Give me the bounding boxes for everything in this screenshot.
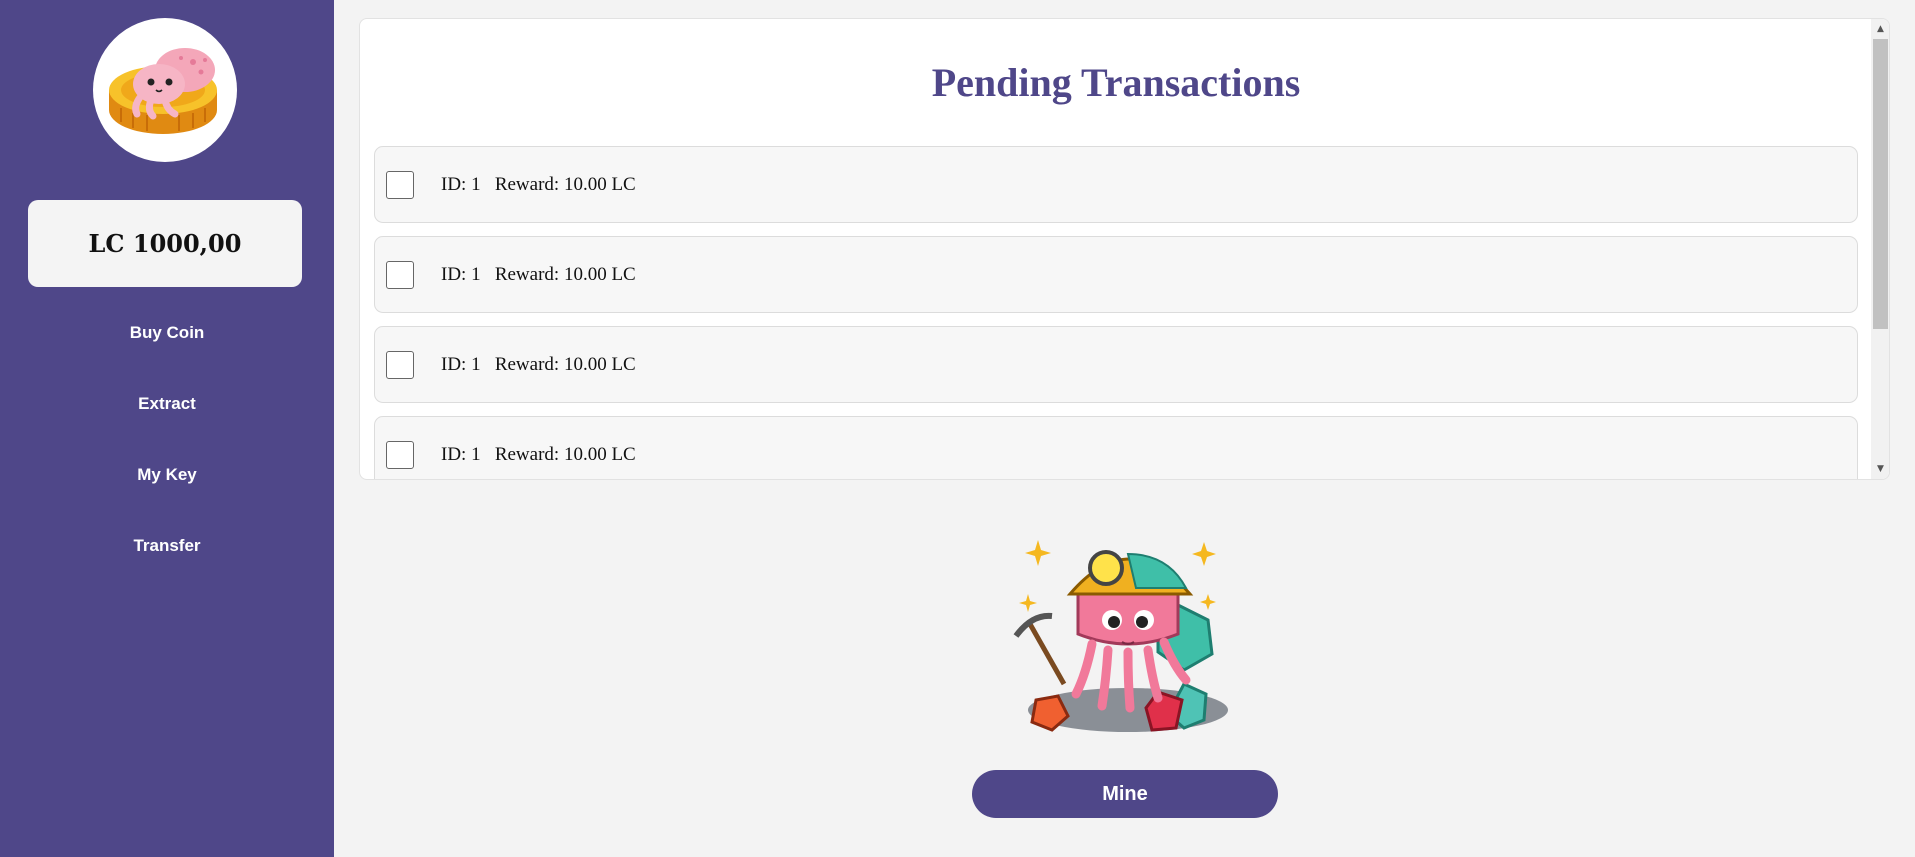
sidebar: LC 1000,00 Buy Coin Extract My Key Trans… (0, 0, 334, 857)
transaction-row: ID: 1 Reward: 10.00 LC (374, 146, 1858, 223)
panel-scrollbar[interactable]: ▲ ▼ (1871, 19, 1889, 479)
balance-display: LC 1000,00 (28, 200, 302, 287)
nav-extract[interactable]: Extract (0, 394, 334, 414)
transaction-checkbox[interactable] (386, 350, 414, 379)
transaction-text: ID: 1 Reward: 10.00 LC (441, 263, 636, 285)
scroll-down-arrow-icon[interactable]: ▼ (1871, 461, 1889, 477)
panel-title: Pending Transactions (931, 60, 1301, 105)
mine-button[interactable]: Mine (972, 770, 1278, 818)
transaction-checkbox[interactable] (386, 260, 414, 289)
transaction-text: ID: 1 Reward: 10.00 LC (441, 173, 636, 195)
scroll-thumb[interactable] (1873, 39, 1888, 329)
transaction-row: ID: 1 Reward: 10.00 LC (374, 236, 1858, 313)
nav-transfer[interactable]: Transfer (0, 536, 334, 556)
transaction-text: ID: 1 Reward: 10.00 LC (441, 443, 636, 465)
nav-buy-coin[interactable]: Buy Coin (0, 323, 334, 343)
transaction-row: ID: 1 Reward: 10.00 LC (374, 416, 1858, 479)
transaction-row: ID: 1 Reward: 10.00 LC (374, 326, 1858, 403)
scroll-up-arrow-icon[interactable]: ▲ (1871, 21, 1889, 37)
squid-miner-illustration-icon (1008, 524, 1242, 740)
transaction-checkbox[interactable] (386, 440, 414, 469)
pending-transactions-panel: Pending Transactions ID: 1 Reward: 10.00… (359, 18, 1890, 480)
transaction-text: ID: 1 Reward: 10.00 LC (441, 353, 636, 375)
coin-squid-logo-icon (93, 18, 237, 162)
nav-my-key[interactable]: My Key (0, 465, 334, 485)
transaction-checkbox[interactable] (386, 170, 414, 199)
